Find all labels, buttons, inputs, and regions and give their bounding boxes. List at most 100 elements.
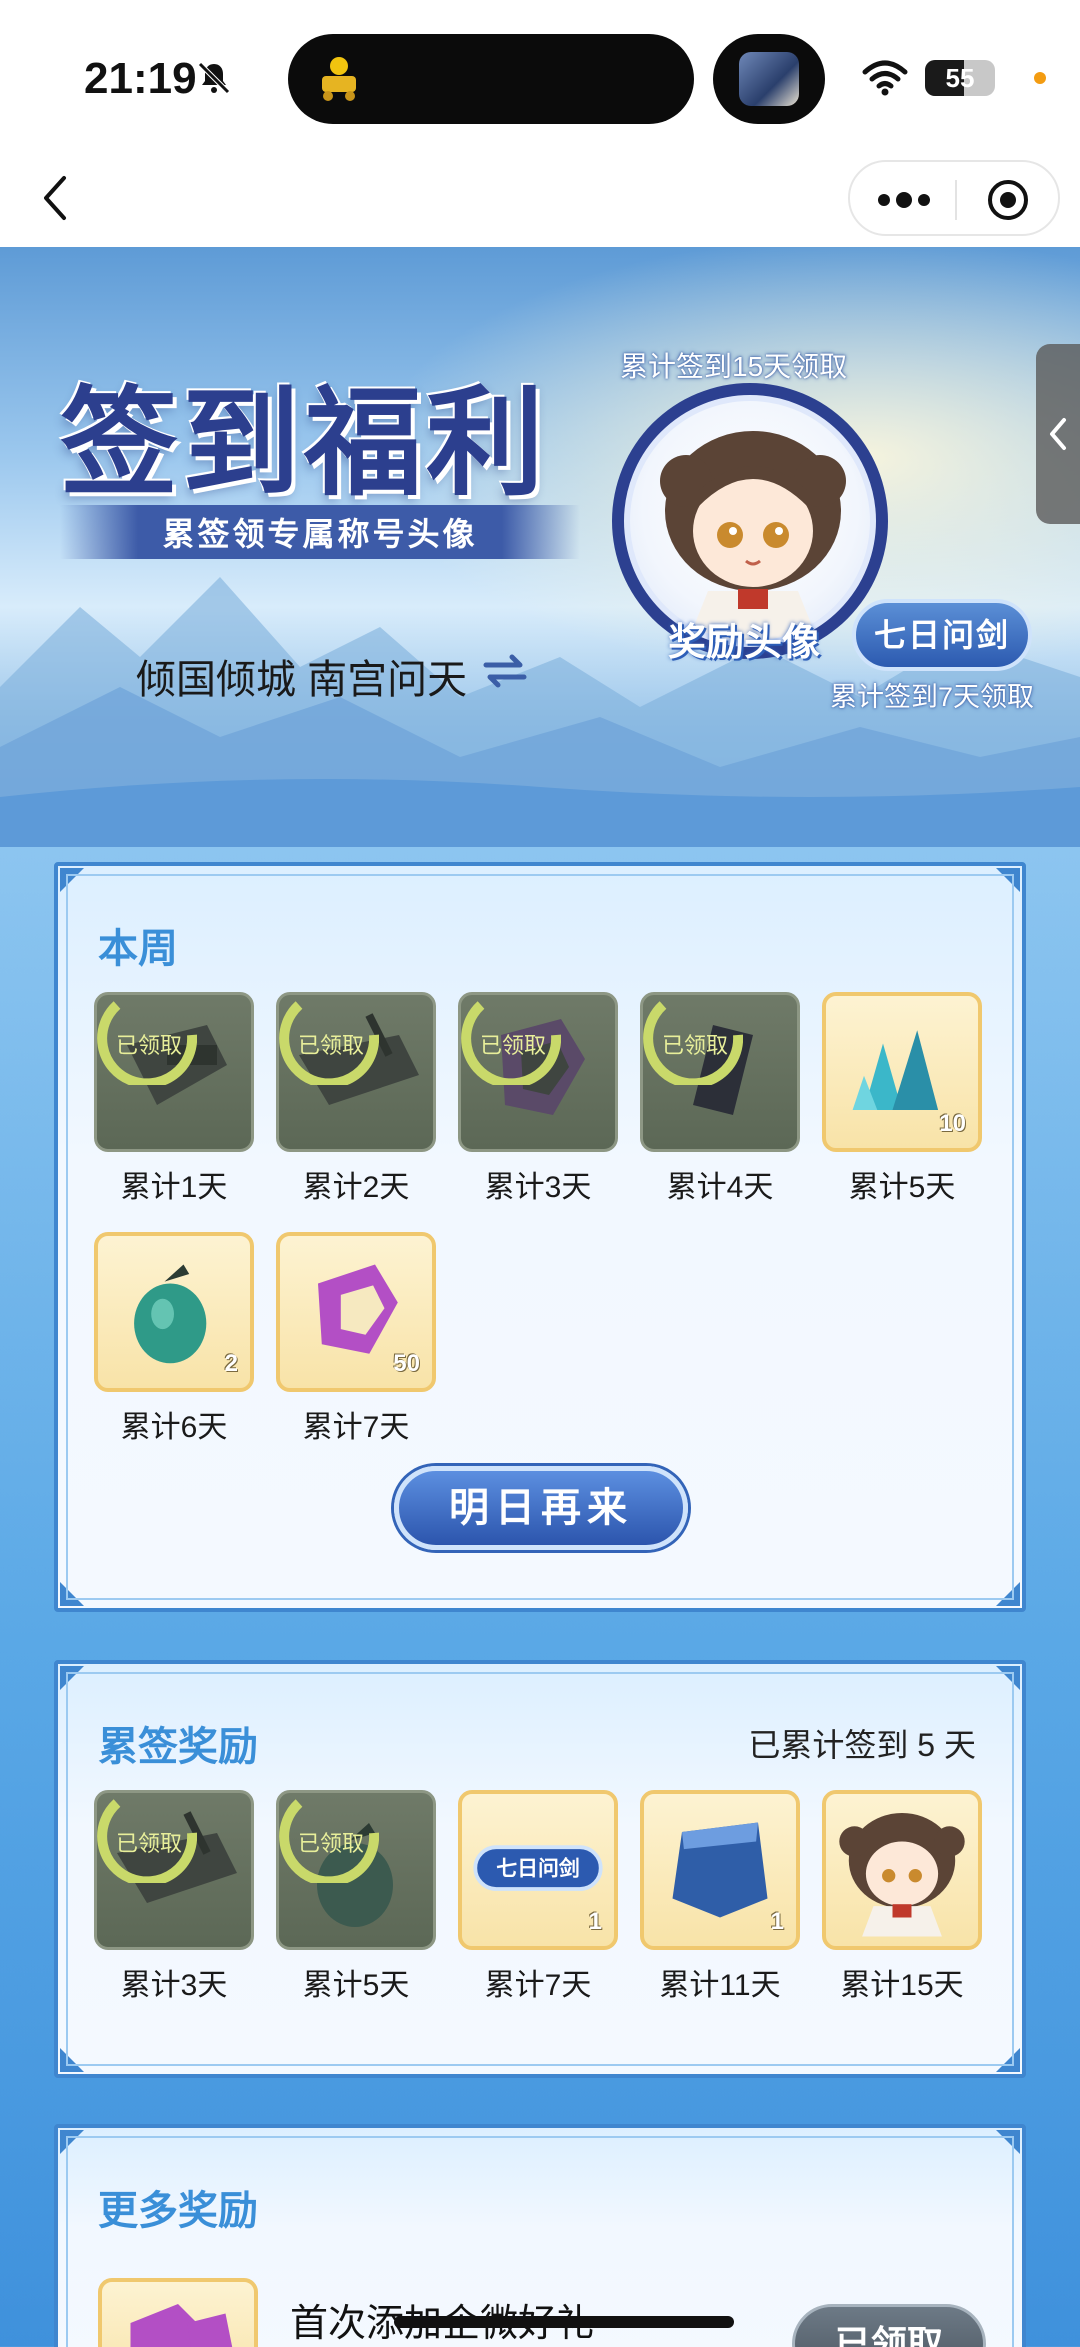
item-label: 累计4天: [666, 1171, 774, 1204]
wifi-icon: [862, 60, 908, 96]
corner-ornament: [996, 2130, 1020, 2154]
chevron-left-icon: [1050, 418, 1066, 450]
capsule-menu: [848, 160, 1060, 236]
cumulative-title: 累签奖励: [98, 1725, 258, 1769]
corner-ornament: [996, 868, 1020, 892]
claimed-text: 已领取: [116, 1832, 182, 1857]
claimed-text: 已领取: [298, 1832, 364, 1857]
capsule-divider: [955, 180, 957, 220]
more-rewards-card: 更多奖励 首次添加企微好礼 已领取: [54, 2124, 1026, 2347]
claimed-stamp-icon: 已领取: [461, 1001, 561, 1085]
reward-slot: 1: [640, 1790, 800, 1950]
item-label: 累计11天: [659, 1969, 781, 2002]
cumulative-item-11[interactable]: 1 累计11天: [640, 1790, 800, 2004]
reward-slot: 已领取: [640, 992, 800, 1152]
target-icon[interactable]: [986, 178, 1030, 222]
corner-ornament: [60, 2130, 84, 2154]
corner-ornament: [60, 1666, 84, 1690]
hero-banner: 签到福利 累签领专属称号头像 倾国倾城 南宫问天 累计签到15天领取 奖励头像 …: [0, 247, 1080, 847]
weekly-item-day7[interactable]: 50 累计7天: [276, 1232, 436, 1446]
claimed-text: 已领取: [480, 1034, 546, 1059]
item-label: 累计3天: [120, 1969, 228, 2002]
claimed-text: 已领取: [298, 1034, 364, 1059]
claimed-stamp-icon: 已领取: [643, 1001, 743, 1085]
item-quantity: 1: [770, 1908, 784, 1935]
corner-ornament: [996, 1666, 1020, 1690]
weekly-item-day1[interactable]: 已领取 累计1天: [94, 992, 254, 1206]
privacy-dot: [1034, 72, 1046, 84]
weekly-item-day6[interactable]: 2 累计6天: [94, 1232, 254, 1446]
item-label: 累计7天: [484, 1969, 592, 2002]
status-bar: 21:19 55: [0, 0, 1080, 150]
weekly-item-day4[interactable]: 已领取 累计4天: [640, 992, 800, 1206]
reward-avatar: [624, 395, 876, 647]
back-chevron-icon[interactable]: [36, 168, 76, 228]
claimed-text: 已领取: [662, 1034, 728, 1059]
wecom-gift-slot: [98, 2278, 258, 2347]
video-thumbnail: [739, 52, 799, 106]
reward-slot: 已领取: [276, 992, 436, 1152]
weekly-title: 本周: [98, 927, 178, 971]
more-rewards-title: 更多奖励: [98, 2189, 258, 2233]
battery-indicator: 55: [925, 60, 995, 96]
reward-slot: 已领取: [458, 992, 618, 1152]
item-quantity: 10: [939, 1110, 966, 1137]
cumulative-item-3[interactable]: 已领取 累计3天: [94, 1790, 254, 2004]
hero-subtitle: 累签领专属称号头像: [162, 516, 478, 552]
claimed-stamp-icon: 已领取: [97, 1001, 197, 1085]
reward-slot: 10: [822, 992, 982, 1152]
cumulative-item-5[interactable]: 已领取 累计5天: [276, 1790, 436, 2004]
title-reward-condition: 累计签到7天领取: [830, 682, 1035, 712]
avatar-reward-condition: 累计签到15天领取: [620, 351, 848, 382]
swap-icon[interactable]: [482, 651, 528, 691]
item-label: 累计6天: [120, 1411, 228, 1444]
battery-level: 55: [945, 63, 975, 93]
badge-text: 七日问剑: [496, 1857, 580, 1881]
user-character-names: 倾国倾城 南宫问天: [136, 658, 468, 702]
hero-title: 签到福利: [60, 373, 549, 512]
corner-ornament: [996, 2048, 1020, 2072]
reward-title-badge: 七日问剑: [852, 599, 1032, 671]
more-dots-icon[interactable]: [874, 182, 934, 218]
cumulative-item-15[interactable]: 累计15天: [822, 1790, 982, 2004]
reward-slot: 已领取: [94, 1790, 254, 1950]
come-back-tomorrow-button[interactable]: 明日再来: [394, 1466, 688, 1550]
cumulative-item-7[interactable]: 七日问剑 1 累计7天: [458, 1790, 618, 2004]
reward-slot: 七日问剑 1: [458, 1790, 618, 1950]
item-label: 累计7天: [302, 1411, 410, 1444]
item-quantity: 2: [224, 1350, 238, 1377]
claimed-stamp-icon: 已领取: [279, 1001, 379, 1085]
cumulative-rewards-card: 累签奖励 已累计签到 5 天 已领取 累计3天 已领取 累计5天 七日问剑 1 …: [54, 1660, 1026, 2078]
reward-slot: 已领取: [276, 1790, 436, 1950]
corner-ornament: [996, 1582, 1020, 1606]
reward-slot: [822, 1790, 982, 1950]
reward-slot: 50: [276, 1232, 436, 1392]
reward-slot: 已领取: [94, 992, 254, 1152]
item-label: 累计15天: [840, 1969, 964, 2002]
item-label: 累计1天: [120, 1171, 228, 1204]
claimed-text: 已领取: [116, 1034, 182, 1059]
item-label: 累计2天: [302, 1171, 410, 1204]
wecom-gift-claimed-button[interactable]: 已领取: [792, 2304, 986, 2347]
live-activity-thumbnail[interactable]: [713, 34, 825, 124]
chibi-girl-avatar-icon: [660, 431, 846, 641]
reward-slot: 2: [94, 1232, 254, 1392]
claimed-stamp-icon: 已领取: [279, 1799, 379, 1883]
mini-program-nav-bar: [0, 150, 1080, 247]
weekly-item-day3[interactable]: 已领取 累计3天: [458, 992, 618, 1206]
clock: 21:19: [84, 54, 197, 103]
dynamic-island: [288, 34, 694, 124]
weekly-item-day2[interactable]: 已领取 累计2天: [276, 992, 436, 1206]
reward-avatar-label: 奖励头像: [668, 622, 821, 664]
home-indicator[interactable]: [394, 2316, 734, 2328]
side-drawer-tab[interactable]: [1036, 344, 1080, 524]
app-activity-icon: [322, 57, 356, 101]
claimed-stamp-icon: 已领取: [97, 1799, 197, 1883]
chibi-girl-avatar-icon: [839, 1813, 965, 1937]
weekly-item-day5[interactable]: 10 累计5天: [822, 992, 982, 1206]
bell-muted-icon: [198, 62, 230, 94]
item-label: 累计5天: [302, 1969, 410, 2002]
corner-ornament: [60, 868, 84, 892]
item-label: 累计5天: [848, 1171, 956, 1204]
item-label: 累计3天: [484, 1171, 592, 1204]
